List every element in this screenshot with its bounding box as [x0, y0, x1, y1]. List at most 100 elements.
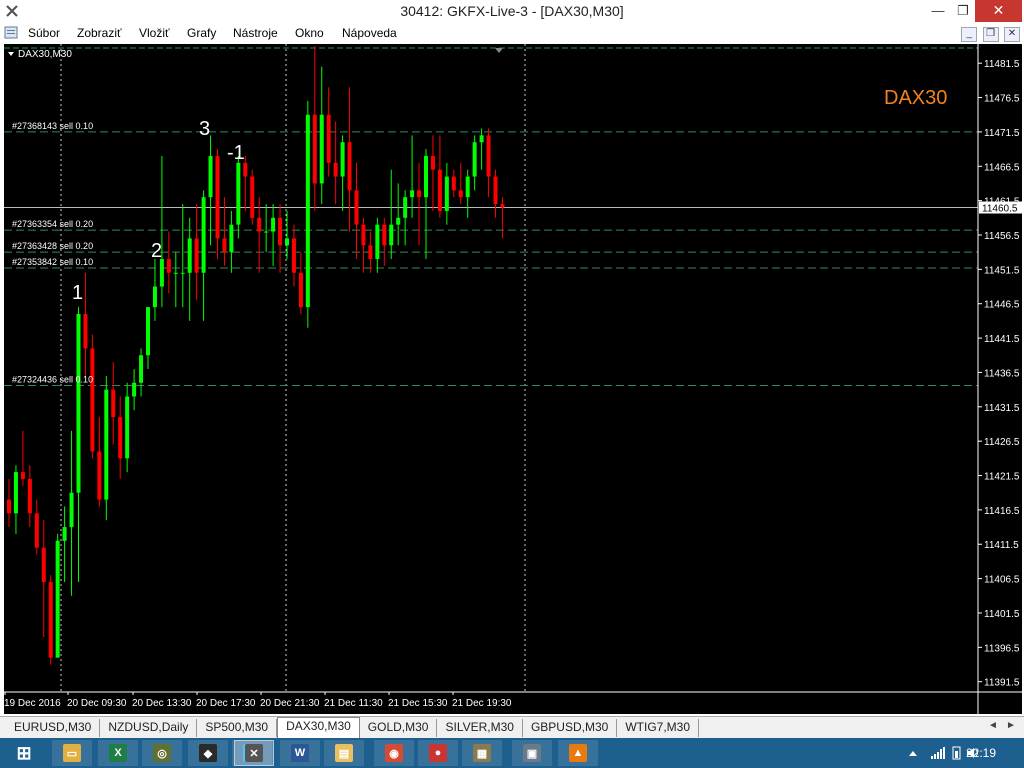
tab-nzdusd-daily[interactable]: NZDUSD,Daily: [100, 719, 198, 737]
candle[interactable]: [215, 149, 220, 260]
candle[interactable]: [291, 224, 296, 287]
document-icon[interactable]: [4, 26, 18, 39]
candle[interactable]: [305, 100, 310, 328]
candle[interactable]: [166, 231, 171, 294]
candle[interactable]: [201, 190, 206, 321]
candle[interactable]: [236, 155, 241, 239]
candle[interactable]: [118, 396, 123, 479]
candle[interactable]: [243, 155, 248, 211]
taskbar-word-button[interactable]: W: [280, 740, 320, 766]
tab-sp500-m30[interactable]: SP500,M30: [197, 719, 278, 737]
candle[interactable]: [430, 135, 435, 211]
chart-window[interactable]: 11481.511476.511471.511466.511461.511456…: [4, 44, 1022, 714]
candle[interactable]: [458, 162, 463, 205]
candle[interactable]: [368, 231, 373, 273]
candle[interactable]: [437, 135, 442, 218]
candle[interactable]: [90, 334, 95, 459]
taskbar-file-explorer-button[interactable]: ▭: [52, 740, 92, 766]
candle[interactable]: [403, 190, 408, 246]
candle[interactable]: [41, 520, 46, 638]
candle[interactable]: [180, 204, 185, 308]
taskbar-vlc-button[interactable]: ▲: [558, 740, 598, 766]
candle[interactable]: [48, 575, 53, 665]
candle[interactable]: [479, 128, 484, 170]
candle[interactable]: [361, 217, 366, 273]
close-button[interactable]: ✕: [975, 0, 1022, 22]
candle[interactable]: [194, 204, 199, 301]
menu-subor[interactable]: Súbor: [28, 26, 60, 40]
candle[interactable]: [389, 169, 394, 260]
candle[interactable]: [7, 478, 11, 528]
taskbar-app-4-button[interactable]: ◆: [188, 740, 228, 766]
candle[interactable]: [139, 348, 144, 397]
taskbar-app-11-button[interactable]: ▦: [462, 740, 502, 766]
candle[interactable]: [340, 135, 345, 211]
candle[interactable]: [465, 169, 470, 218]
candle[interactable]: [76, 307, 81, 583]
candle[interactable]: [298, 252, 303, 315]
candle[interactable]: [264, 204, 269, 253]
candle[interactable]: [173, 252, 178, 308]
candle[interactable]: [69, 430, 74, 596]
taskbar-metatrader-button[interactable]: ✕: [234, 740, 274, 766]
candle[interactable]: [111, 362, 116, 445]
candle[interactable]: [250, 169, 255, 225]
clock[interactable]: 22:19: [966, 746, 996, 760]
menu-okno[interactable]: Okno: [295, 26, 324, 40]
menu-grafy[interactable]: Grafy: [187, 26, 216, 40]
candle[interactable]: [451, 169, 456, 198]
taskbar-chrome-button[interactable]: ◉: [374, 740, 414, 766]
menu-vlozit[interactable]: Vložiť: [139, 26, 170, 40]
candle[interactable]: [375, 217, 380, 273]
candle[interactable]: [410, 135, 415, 218]
candle[interactable]: [493, 169, 498, 218]
chart-shift-handle-icon[interactable]: [495, 48, 503, 53]
candle[interactable]: [396, 183, 401, 246]
candle[interactable]: [62, 506, 67, 583]
candle[interactable]: [55, 533, 60, 658]
candle[interactable]: [444, 162, 449, 225]
candle[interactable]: [13, 465, 18, 534]
candle[interactable]: [486, 128, 491, 198]
candle[interactable]: [125, 382, 130, 473]
menu-napoveda[interactable]: Nápoveda: [342, 26, 397, 40]
taskbar-app-12-button[interactable]: ▣: [512, 740, 552, 766]
candle[interactable]: [472, 135, 477, 191]
candle[interactable]: [257, 197, 262, 273]
candle[interactable]: [312, 46, 317, 211]
candle[interactable]: [208, 135, 213, 246]
taskbar-app-10-button[interactable]: ●: [418, 740, 458, 766]
candle[interactable]: [187, 217, 192, 321]
candle[interactable]: [27, 465, 32, 528]
tab-gbpusd-m30[interactable]: GBPUSD,M30: [523, 719, 618, 737]
candle[interactable]: [424, 149, 428, 260]
candle[interactable]: [333, 121, 338, 205]
candle[interactable]: [97, 417, 102, 507]
candle[interactable]: [382, 217, 387, 266]
tab-silver-m30[interactable]: SILVER,M30: [437, 719, 523, 737]
menu-nastroje[interactable]: Nástroje: [233, 26, 278, 40]
tab-scroll-left-icon[interactable]: ◄: [988, 720, 998, 731]
tab-gold-m30[interactable]: GOLD,M30: [360, 719, 438, 737]
mdi-close-button[interactable]: ✕: [1004, 27, 1020, 42]
candle[interactable]: [319, 66, 324, 205]
tab-scroll-right-icon[interactable]: ►: [1006, 720, 1016, 731]
candle[interactable]: [34, 499, 39, 555]
battery-icon[interactable]: [950, 746, 964, 760]
candle[interactable]: [500, 197, 505, 239]
candle[interactable]: [104, 375, 109, 521]
candle[interactable]: [347, 87, 352, 232]
taskbar-folder-button[interactable]: ▤: [324, 740, 364, 766]
candle[interactable]: [83, 272, 88, 376]
mdi-minimize-button[interactable]: _: [961, 27, 978, 42]
tab-wtig7-m30[interactable]: WTIG7,M30: [617, 719, 700, 737]
candle[interactable]: [271, 204, 276, 266]
candle[interactable]: [20, 430, 25, 486]
taskbar-start-button[interactable]: ⊞: [4, 740, 44, 766]
candle[interactable]: [354, 162, 359, 260]
candle[interactable]: [159, 155, 164, 308]
price-chart[interactable]: 11481.511476.511471.511466.511461.511456…: [4, 44, 1022, 714]
network-signal-icon[interactable]: [930, 746, 946, 760]
mdi-restore-button[interactable]: ❐: [982, 27, 999, 42]
tab-eurusd-m30[interactable]: EURUSD,M30: [6, 719, 101, 737]
